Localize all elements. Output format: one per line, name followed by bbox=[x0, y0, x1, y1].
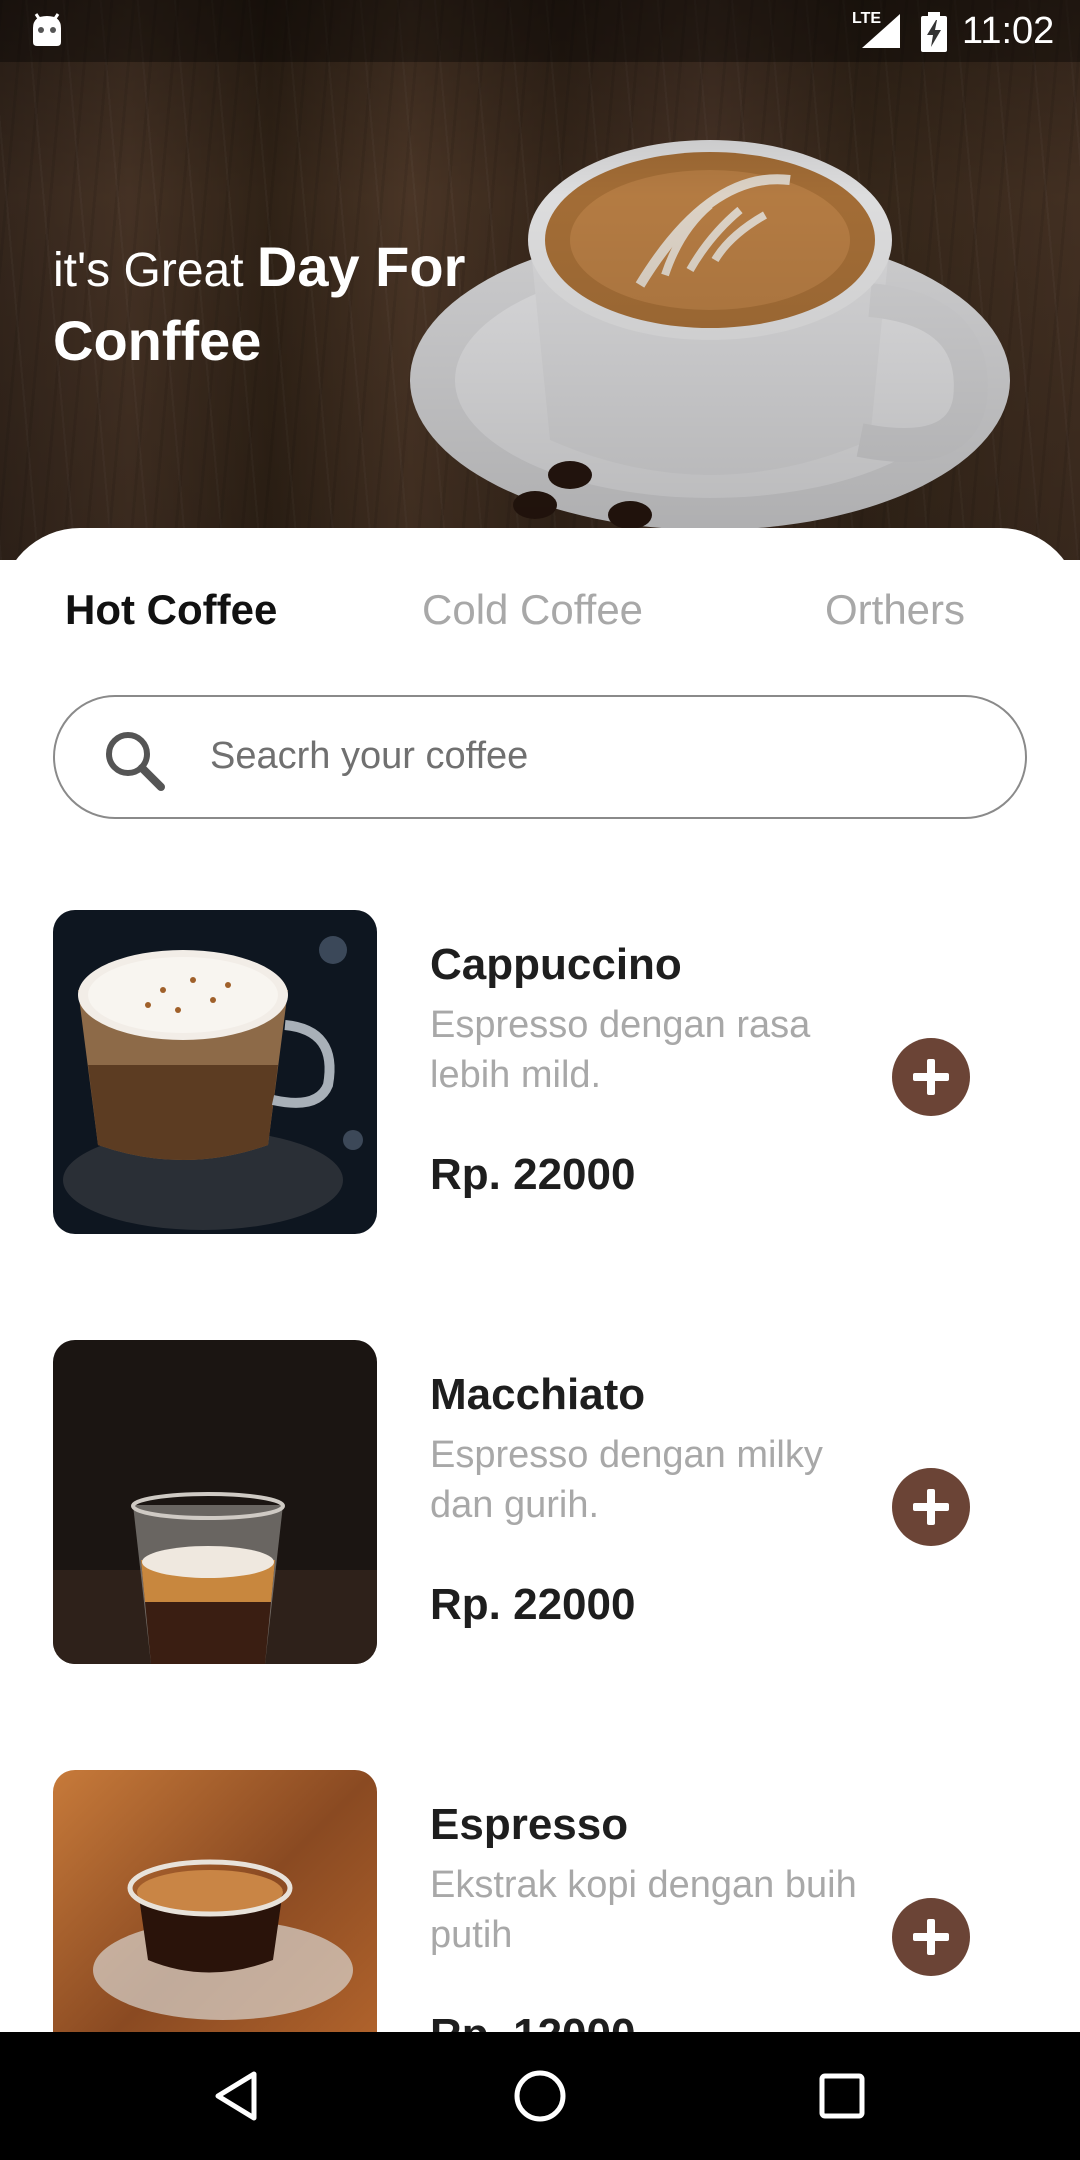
clock: 11:02 bbox=[962, 10, 1055, 52]
home-icon[interactable] bbox=[510, 2066, 570, 2126]
item-price: Rp. 22000 bbox=[430, 1150, 636, 1199]
item-name: Macchiato bbox=[430, 1370, 646, 1419]
tab-hot-coffee[interactable]: Hot Coffee bbox=[65, 586, 277, 634]
hero-greeting: it's Great Day For Conffee bbox=[53, 232, 553, 378]
status-bar: LTE 11:02 bbox=[0, 0, 1080, 62]
item-description: Espresso dengan milky dan gurih. bbox=[430, 1434, 823, 1526]
macchiato-image bbox=[53, 1340, 377, 1664]
hero-greeting-light: it's Great bbox=[53, 244, 257, 297]
plus-icon bbox=[913, 1919, 949, 1955]
tab-cold-coffee[interactable]: Cold Coffee bbox=[422, 586, 643, 634]
item-price: Rp. 22000 bbox=[430, 1580, 636, 1629]
plus-icon bbox=[913, 1059, 949, 1095]
android-icon bbox=[33, 13, 61, 46]
signal-icon bbox=[862, 14, 900, 48]
add-to-cart-button[interactable] bbox=[892, 1468, 970, 1546]
cappuccino-image bbox=[53, 910, 377, 1234]
add-to-cart-button[interactable] bbox=[892, 1898, 970, 1976]
list-item[interactable]: Cappuccino Espresso dengan rasa lebih mi… bbox=[0, 910, 1080, 1240]
search-input[interactable]: Seacrh your coffee bbox=[53, 695, 1027, 819]
hero-banner: it's Great Day For Conffee bbox=[0, 0, 1080, 560]
list-item[interactable]: Macchiato Espresso dengan milky dan guri… bbox=[0, 1340, 1080, 1670]
search-placeholder: Seacrh your coffee bbox=[210, 735, 529, 777]
recents-icon[interactable] bbox=[812, 2066, 872, 2126]
category-tabs: Hot Coffee Cold Coffee Orthers bbox=[0, 586, 1080, 646]
battery-charging-icon bbox=[921, 12, 947, 52]
search-icon bbox=[106, 732, 165, 791]
item-name: Espresso bbox=[430, 1800, 629, 1849]
item-name: Cappuccino bbox=[430, 940, 682, 989]
add-to-cart-button[interactable] bbox=[892, 1038, 970, 1116]
tab-others[interactable]: Orthers bbox=[825, 586, 965, 634]
back-icon[interactable] bbox=[208, 2066, 268, 2126]
system-navigation-bar bbox=[0, 2032, 1080, 2160]
item-description: Ekstrak kopi dengan buih putih bbox=[430, 1864, 857, 1956]
item-description: Espresso dengan rasa lebih mild. bbox=[430, 1004, 811, 1096]
plus-icon bbox=[913, 1489, 949, 1525]
